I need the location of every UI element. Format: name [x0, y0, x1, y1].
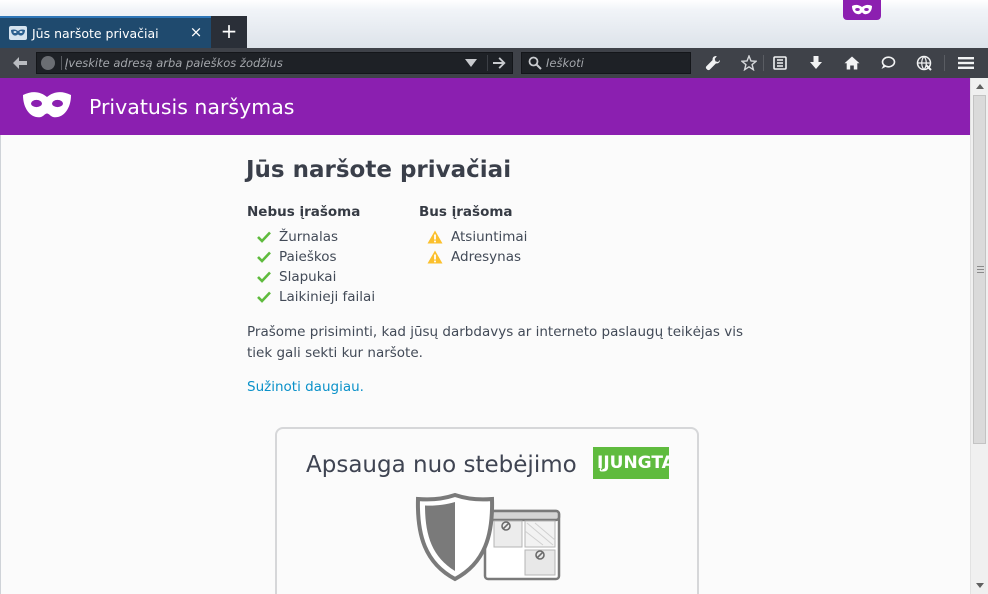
go-arrow-icon[interactable]	[491, 56, 507, 70]
download-icon	[810, 56, 822, 69]
home-button[interactable]	[841, 53, 863, 73]
scroll-down-arrow-icon[interactable]	[975, 580, 985, 590]
downloads-button[interactable]	[805, 53, 827, 73]
chevron-down-icon[interactable]	[465, 58, 477, 68]
toolbar-separator	[944, 55, 945, 71]
private-mask-icon	[852, 4, 872, 15]
site-identity-icon[interactable]	[41, 56, 55, 70]
tracking-protection-title: Apsauga nuo stebėjimo	[306, 452, 577, 478]
web-developer-button[interactable]	[913, 53, 935, 73]
learn-more-link[interactable]: Sužinoti daugiau.	[247, 379, 364, 395]
private-browsing-header: Privatusis naršymas	[0, 78, 970, 135]
tracking-protection-status-badge[interactable]: ĮJUNGTA	[593, 447, 669, 479]
wrench-icon	[705, 56, 720, 71]
tracking-protection-shield-icon	[415, 493, 561, 582]
bookmark-star-icon	[741, 55, 757, 71]
home-icon	[844, 56, 860, 70]
back-button[interactable]	[8, 53, 32, 73]
checkmark-icon	[257, 251, 271, 263]
scrollbar-thumb[interactable]	[973, 95, 986, 444]
tracking-protection-card: Apsauga nuo stebėjimo ĮJUNGTA	[275, 427, 699, 594]
new-tab-button[interactable]: +	[211, 16, 247, 48]
list-item: Paieškos	[279, 249, 337, 265]
bookmark-star-button[interactable]	[738, 53, 760, 73]
tab-title: Jūs naršote privačiai	[32, 26, 159, 41]
toolbar-separator	[763, 55, 764, 71]
navigation-toolbar	[0, 48, 988, 78]
checkmark-icon	[257, 231, 271, 243]
title-bar: Jūs naršote privačiai × +	[0, 0, 988, 48]
scroll-up-arrow-icon[interactable]	[975, 82, 985, 92]
list-item: Atsiuntimai	[451, 229, 528, 245]
private-browsing-indicator	[843, 0, 881, 20]
close-tab-icon[interactable]: ×	[189, 25, 203, 40]
warning-icon	[427, 230, 443, 244]
menu-icon	[958, 57, 974, 69]
list-item: Laikinieji failai	[279, 289, 376, 305]
search-bar[interactable]	[521, 52, 691, 74]
page-title: Jūs naršote privačiai	[246, 157, 512, 183]
warning-icon	[427, 250, 443, 264]
page-header-title: Privatusis naršymas	[89, 95, 295, 119]
tab-private-browsing[interactable]: Jūs naršote privačiai ×	[0, 16, 211, 48]
url-bar[interactable]	[36, 52, 513, 74]
developer-tools-button[interactable]	[702, 53, 724, 73]
list-item: Slapukai	[279, 269, 337, 285]
search-input[interactable]	[546, 54, 686, 72]
back-icon	[13, 57, 27, 69]
vertical-scrollbar[interactable]	[970, 78, 988, 594]
search-icon	[528, 56, 542, 70]
reading-list-button[interactable]	[769, 53, 791, 73]
url-separator	[61, 56, 62, 70]
hello-chat-button[interactable]	[877, 53, 899, 73]
private-mask-icon	[9, 26, 27, 40]
private-mask-icon	[23, 92, 71, 118]
saved-title: Bus įrašoma	[419, 204, 513, 220]
reading-list-icon	[773, 56, 787, 70]
open-menu-button[interactable]	[955, 53, 977, 73]
url-input[interactable]	[65, 54, 455, 72]
list-item: Adresynas	[451, 249, 522, 265]
chat-bubble-icon	[881, 56, 896, 69]
globe-grid-icon	[916, 55, 932, 71]
scrollbar-grip	[977, 266, 984, 273]
list-item: Žurnalas	[279, 229, 339, 245]
checkmark-icon	[257, 291, 271, 303]
privacy-note: Prašome prisiminti, kad jūsų darbdavys a…	[247, 324, 744, 361]
go-separator	[487, 55, 488, 71]
checkmark-icon	[257, 271, 271, 283]
page-content: Jūs naršote privačiai Nebus įrašoma Žurn…	[0, 135, 970, 594]
not-saved-title: Nebus įrašoma	[247, 204, 361, 220]
